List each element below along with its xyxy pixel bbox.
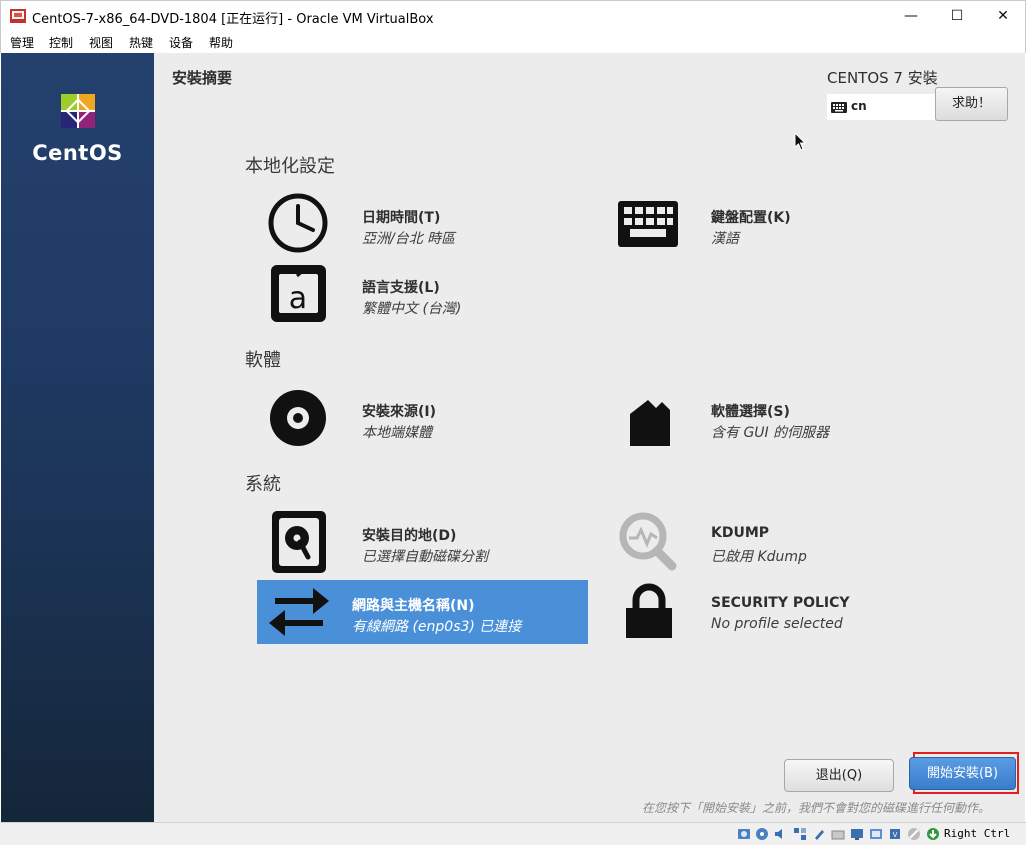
product-title: CENTOS 7 安裝 <box>827 69 938 87</box>
minimize-button[interactable]: — <box>888 1 934 31</box>
spoke-source-title: 安裝來源(I) <box>362 404 437 420</box>
spoke-network-hostname[interactable]: 網路與主機名稱(N) 有線網路 (enp0s3) 已連接 <box>257 580 588 644</box>
keyboard-layout-label: cn <box>851 99 867 113</box>
window-titlebar: CentOS-7-x86_64-DVD-1804 [正在运行] - Oracle… <box>0 0 1026 31</box>
svg-text:V: V <box>893 831 898 839</box>
quit-button[interactable]: 退出(Q) <box>784 759 894 792</box>
section-system: 系統 <box>245 474 281 495</box>
menu-item-help[interactable]: 帮助 <box>209 34 233 51</box>
mouse-cursor-icon <box>794 132 806 151</box>
spoke-security-title: SECURITY POLICY <box>711 595 850 611</box>
harddisk-icon <box>272 511 326 573</box>
centos-brand: CentOS <box>32 141 123 165</box>
virtualbox-app-icon <box>10 9 26 23</box>
section-software: 軟體 <box>245 350 281 371</box>
clock-icon <box>268 193 328 253</box>
audio-status-icon[interactable] <box>773 827 787 841</box>
kdump-search-icon <box>619 512 677 571</box>
spoke-datetime-title: 日期時間(T) <box>362 210 441 226</box>
disc-icon <box>270 390 326 446</box>
spoke-installation-source[interactable]: 安裝來源(I) 本地端媒體 <box>267 386 597 449</box>
guest-display[interactable]: CentOS 安裝摘要 CENTOS 7 安裝 cn 求助！ 本地化設定 日期時… <box>1 53 1025 822</box>
harddisk-status-icon[interactable] <box>737 827 751 841</box>
spoke-network-status: 有線網路 (enp0s3) 已連接 <box>352 619 522 635</box>
spoke-kdump-status: 已啟用 Kdump <box>711 549 807 565</box>
spoke-security-policy[interactable]: SECURITY POLICY No profile selected <box>616 580 946 643</box>
host-key-label: Right Ctrl <box>944 827 1011 840</box>
spoke-destination-status: 已選擇自動磁碟分割 <box>362 549 488 565</box>
menu-item-manage[interactable]: 管理 <box>10 34 34 51</box>
svg-text:a: a <box>289 281 307 316</box>
spoke-language-title: 語言支援(L) <box>362 280 440 296</box>
spoke-language[interactable]: a 語言支援(L) 繁體中文 (台灣) <box>267 262 597 325</box>
shared-folder-status-icon[interactable] <box>831 827 845 841</box>
network-status-icon[interactable] <box>793 827 807 841</box>
usb-status-icon[interactable] <box>812 827 826 841</box>
vm-status-bar: V Right Ctrl <box>0 822 1026 845</box>
network-arrows-icon <box>269 588 329 636</box>
host-key-arrow-icon[interactable] <box>926 827 940 841</box>
centos-logo-icon <box>61 94 95 128</box>
page-title: 安裝摘要 <box>172 69 233 87</box>
spoke-datetime-status: 亞洲/台北 時區 <box>362 231 456 247</box>
spoke-kdump[interactable]: KDUMP 已啟用 Kdump <box>616 510 946 573</box>
menu-item-devices[interactable]: 设备 <box>169 34 193 51</box>
menu-item-view[interactable]: 视图 <box>89 34 113 51</box>
spoke-security-status: No profile selected <box>711 616 843 632</box>
spoke-destination-title: 安裝目的地(D) <box>362 528 457 544</box>
optical-drive-status-icon[interactable] <box>755 827 769 841</box>
keyboard-icon <box>618 201 678 247</box>
menu-item-hotkey[interactable]: 热键 <box>129 34 153 51</box>
cpu-status-icon[interactable]: V <box>888 827 902 841</box>
package-icon <box>630 400 670 446</box>
spoke-network-title: 網路與主機名稱(N) <box>352 598 475 614</box>
menu-bar: 管理 控制 视图 热键 设备 帮助 <box>0 31 1026 53</box>
help-button[interactable]: 求助！ <box>935 87 1008 121</box>
lock-icon <box>626 583 672 638</box>
display-status-icon[interactable] <box>850 827 864 841</box>
spoke-installation-destination[interactable]: 安裝目的地(D) 已選擇自動磁碟分割 <box>267 510 597 573</box>
menu-item-control[interactable]: 控制 <box>49 34 73 51</box>
spoke-keyboard-title: 鍵盤配置(K) <box>711 210 791 226</box>
installer-sidebar: CentOS <box>1 53 154 822</box>
spoke-source-status: 本地端媒體 <box>362 425 432 441</box>
spoke-datetime[interactable]: 日期時間(T) 亞洲/台北 時區 <box>267 192 597 255</box>
mouse-integration-status-icon[interactable] <box>907 827 921 841</box>
spoke-software-status: 含有 GUI 的伺服器 <box>711 425 830 441</box>
keyboard-small-icon <box>831 102 847 113</box>
recording-status-icon[interactable] <box>869 827 883 841</box>
keyboard-layout-indicator[interactable]: cn <box>827 94 935 120</box>
spoke-keyboard-status: 漢語 <box>711 231 739 247</box>
spoke-keyboard[interactable]: 鍵盤配置(K) 漢語 <box>616 192 946 255</box>
window-title: CentOS-7-x86_64-DVD-1804 [正在运行] - Oracle… <box>32 12 434 27</box>
close-button[interactable]: ✕ <box>980 1 1026 31</box>
installer-main: 安裝摘要 CENTOS 7 安裝 cn 求助！ 本地化設定 日期時間(T) 亞洲… <box>154 53 1025 822</box>
spoke-software-title: 軟體選擇(S) <box>711 404 790 420</box>
language-icon: a <box>271 265 326 322</box>
spoke-software-selection[interactable]: 軟體選擇(S) 含有 GUI 的伺服器 <box>616 386 946 449</box>
disclaimer-text: 在您按下「開始安裝」之前，我們不會對您的磁碟進行任何動作。 <box>642 801 991 815</box>
section-localization: 本地化設定 <box>245 156 335 177</box>
maximize-button[interactable]: ☐ <box>934 1 980 31</box>
spoke-kdump-title: KDUMP <box>711 525 770 541</box>
spoke-language-status: 繁體中文 (台灣) <box>362 301 462 317</box>
begin-installation-button[interactable]: 開始安裝(B) <box>909 757 1016 790</box>
